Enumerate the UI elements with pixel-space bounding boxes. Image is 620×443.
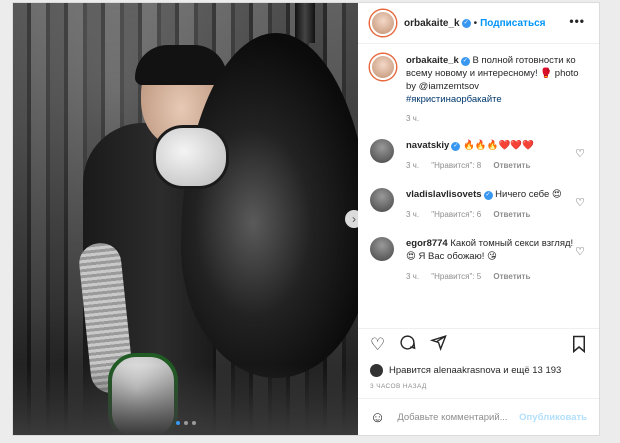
avatar [370,363,383,377]
avatar[interactable] [370,139,394,163]
comment-likes[interactable]: "Нравится": 6 [431,210,481,219]
photo-chain [295,3,315,43]
comment-likes[interactable]: "Нравится": 5 [431,272,481,281]
caption: orbakaite_k ✓ В полной готовности ко всем… [370,54,587,106]
list-item: vladislavlisovets ✓ Ничего себе 😍 3 ч. "Н… [370,188,587,221]
caption-text-block: orbakaite_k ✓ В полной готовности ко всем… [406,54,586,106]
comment-icon[interactable] [399,334,416,356]
reply-button[interactable]: Ответить [493,161,530,170]
avatar[interactable] [370,237,394,261]
comment-time: 3 ч. [406,161,420,170]
carousel-dot [183,421,188,425]
header-separator: • [473,17,478,29]
comment-username[interactable]: navatskiy [406,140,449,151]
comment-time: 3 ч. [406,210,420,219]
publish-button[interactable]: Опубликовать [519,412,587,423]
heart-icon[interactable]: ♡ [575,147,585,160]
follow-button[interactable]: Подписаться [480,18,545,29]
post-photo[interactable]: › [13,3,358,435]
carousel-dot [175,421,180,425]
comments-list[interactable]: orbakaite_k ✓ В полной готовности ко всем… [358,44,599,328]
caption-username[interactable]: orbakaite_k [406,55,459,66]
caption-avatar[interactable] [370,54,396,80]
header-username[interactable]: orbakaite_k [404,18,460,29]
heart-icon[interactable]: ♡ [575,196,585,209]
heart-icon[interactable]: ♡ [575,245,585,258]
post-sidebar: orbakaite_k ✓ • Подписаться ••• orbakait… [358,3,599,435]
avatar[interactable] [370,10,396,36]
comment-likes[interactable]: "Нравится": 8 [431,161,481,170]
comment-time: 3 ч. [406,272,420,281]
instagram-post: › orbakaite_k ✓ • Подписаться ••• orbaka… [12,2,600,436]
heart-icon[interactable]: ♡ [370,335,385,355]
reply-button[interactable]: Ответить [493,272,530,281]
photo-glove [153,125,229,189]
carousel-dots [13,421,358,425]
reply-button[interactable]: Ответить [493,210,530,219]
comment-username[interactable]: vladislavlisovets [406,189,482,200]
post-header: orbakaite_k ✓ • Подписаться ••• [358,3,599,44]
photo-bandana [135,45,227,85]
list-item: navatskiy ✓ 🔥🔥🔥❤️❤️❤️ 3 ч. "Нравится": 8 … [370,139,587,172]
bookmark-icon[interactable] [571,335,587,358]
list-item: egor8774 Какой томный секси взгляд! 😍 Я … [370,237,587,283]
verified-icon: ✓ [451,142,461,151]
comment-username[interactable]: egor8774 [406,238,448,249]
carousel-dot [191,421,196,425]
action-bar: ♡ [358,328,599,361]
smile-icon[interactable]: ☺ [370,409,385,426]
verified-icon: ✓ [483,191,493,200]
likes-summary[interactable]: Нравится alenaakrasnova и ещё 13 193 [358,361,599,379]
share-icon[interactable] [430,334,448,356]
caption-time: 3 ч. [406,114,420,123]
comment-input[interactable]: Добавьте комментарий... [397,412,519,423]
verified-icon: ✓ [460,57,470,66]
comment-text: 🔥🔥🔥❤️❤️❤️ [462,140,534,151]
verified-icon: ✓ [461,18,471,28]
next-arrow-icon[interactable]: › [345,210,358,228]
post-timestamp: 3 часов назад [370,383,427,390]
avatar[interactable] [370,188,394,212]
add-comment-bar: ☺ Добавьте комментарий... Опубликовать [358,398,599,435]
caption-hashtag[interactable]: #якристинаорбакайте [406,94,502,105]
comment-text: Ничего себе 😍 [495,189,562,200]
more-icon[interactable]: ••• [569,14,585,28]
likes-text[interactable]: Нравится alenaakrasnova и ещё 13 193 [389,365,561,376]
